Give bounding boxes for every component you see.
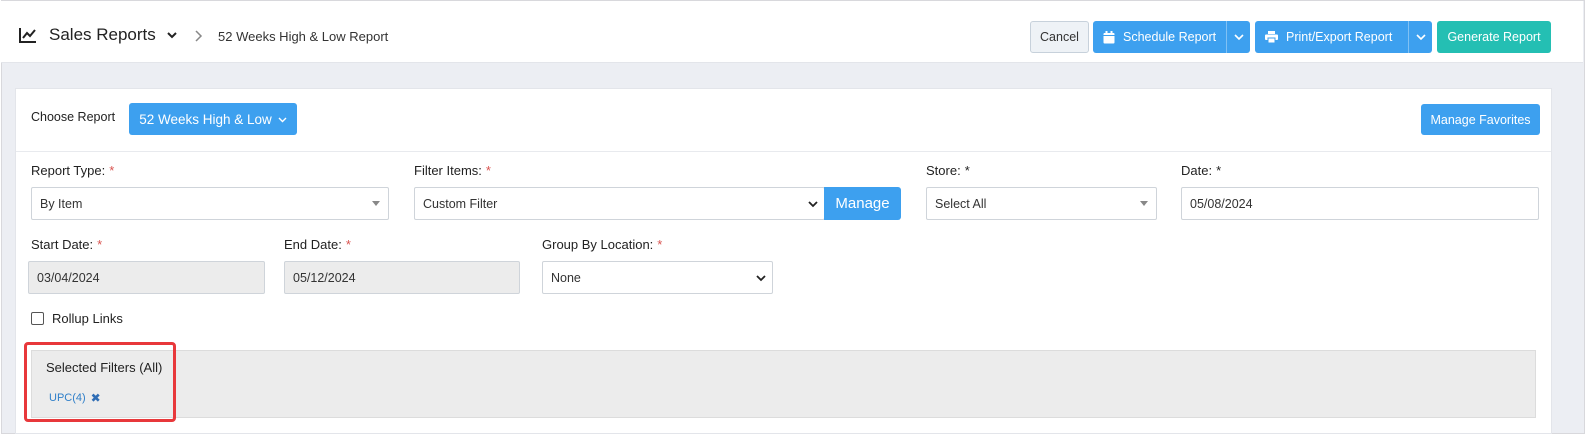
caret-down-icon <box>1140 201 1148 206</box>
rollup-links-checkbox[interactable]: Rollup Links <box>31 311 123 326</box>
store-select[interactable]: Select All <box>926 187 1157 220</box>
manage-filter-button[interactable]: Manage <box>824 187 901 220</box>
date-label: Date: * <box>1181 163 1222 178</box>
chevron-down-icon <box>808 201 818 208</box>
schedule-report-dropdown[interactable] <box>1226 21 1250 53</box>
close-icon[interactable]: ✖ <box>91 391 101 405</box>
filter-chip-upc[interactable]: UPC(4) ✖ <box>49 391 101 405</box>
caret-down-icon <box>372 201 380 206</box>
date-input[interactable]: 05/08/2024 <box>1181 187 1539 220</box>
chevron-down-icon <box>1233 34 1244 41</box>
report-category-selector[interactable]: Sales Reports <box>19 25 178 45</box>
selected-filters-title: Selected Filters (All) <box>46 360 163 375</box>
breadcrumb: 52 Weeks High & Low Report <box>218 29 389 44</box>
choose-report-label: Choose Report <box>31 110 116 124</box>
report-type-label: Report Type: * <box>31 163 115 178</box>
schedule-report-button[interactable]: Schedule Report <box>1093 21 1250 53</box>
start-date-input[interactable]: 03/04/2024 <box>28 261 265 294</box>
print-export-report-button[interactable]: Print/Export Report <box>1255 21 1432 53</box>
schedule-report-main[interactable]: Schedule Report <box>1093 21 1226 53</box>
schedule-report-label: Schedule Report <box>1123 30 1217 44</box>
printer-icon <box>1265 31 1278 43</box>
manage-favorites-button[interactable]: Manage Favorites <box>1421 104 1540 135</box>
chevron-right-icon <box>195 30 203 42</box>
group-by-location-label: Group By Location: * <box>542 237 663 252</box>
selected-filters-panel: Selected Filters (All) UPC(4) ✖ <box>31 350 1536 418</box>
divider <box>16 151 1551 152</box>
print-export-main[interactable]: Print/Export Report <box>1255 21 1408 53</box>
filter-items-label: Filter Items: * <box>414 163 491 178</box>
chevron-down-icon <box>1415 34 1426 41</box>
print-export-dropdown[interactable] <box>1408 21 1432 53</box>
print-export-label: Print/Export Report <box>1286 30 1393 44</box>
store-label: Store: * <box>926 163 970 178</box>
report-card: Choose Report 52 Weeks High & Low Manage… <box>15 88 1552 434</box>
generate-report-button[interactable]: Generate Report <box>1437 21 1551 53</box>
start-date-label: Start Date: * <box>31 237 103 252</box>
checkbox[interactable] <box>31 312 44 325</box>
filter-chip-label[interactable]: UPC(4) <box>49 392 86 404</box>
page-title: Sales Reports <box>49 25 156 44</box>
report-type-select[interactable]: By Item <box>31 187 389 220</box>
filter-items-select[interactable]: Custom Filter <box>414 187 825 220</box>
calendar-icon <box>1103 30 1115 43</box>
report-dropdown[interactable]: 52 Weeks High & Low <box>129 103 297 135</box>
chart-line-icon <box>19 28 36 43</box>
cancel-button[interactable]: Cancel <box>1030 21 1089 53</box>
end-date-input[interactable]: 05/12/2024 <box>284 261 520 294</box>
top-bar: Sales Reports 52 Weeks High & Low Report… <box>1 1 1583 63</box>
report-dropdown-label: 52 Weeks High & Low <box>139 111 272 127</box>
rollup-links-label: Rollup Links <box>52 311 123 326</box>
chevron-down-icon <box>756 275 766 282</box>
chevron-down-icon <box>278 117 287 122</box>
chevron-down-icon[interactable] <box>166 29 178 41</box>
end-date-label: End Date: * <box>284 237 351 252</box>
group-by-location-select[interactable]: None <box>542 261 773 294</box>
